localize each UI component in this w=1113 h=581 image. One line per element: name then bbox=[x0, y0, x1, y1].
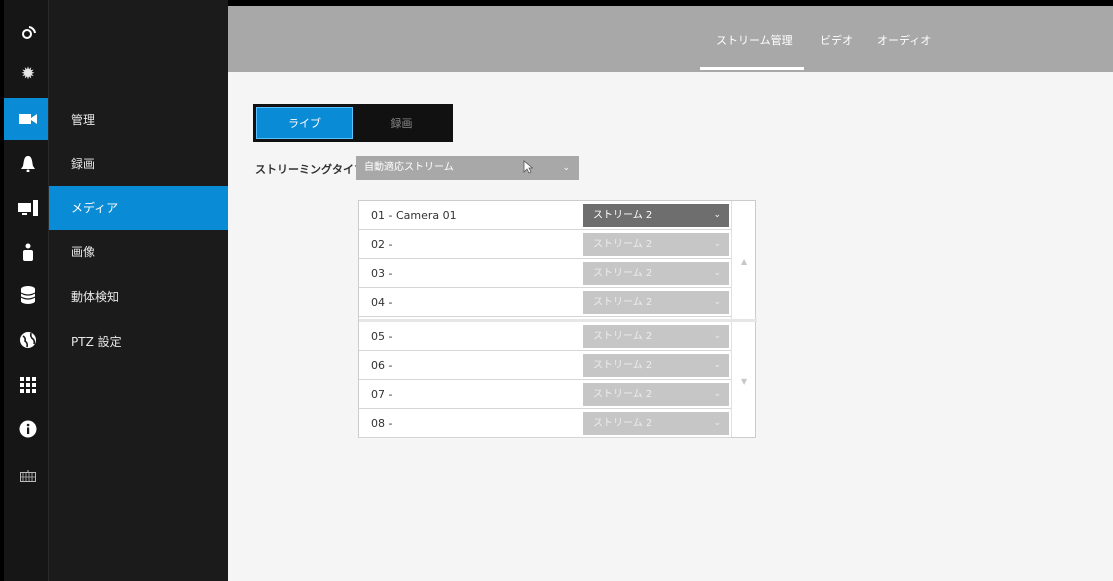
channel-label: 05 - bbox=[371, 330, 393, 343]
streaming-type-select[interactable]: 自動適応ストリーム ⌄ bbox=[356, 156, 579, 180]
submenu-item-image[interactable]: 画像 bbox=[49, 230, 229, 274]
scroll-down-icon[interactable]: ▼ bbox=[741, 377, 747, 386]
tab-stream-management[interactable]: ストリーム管理 bbox=[716, 32, 793, 48]
mouse-cursor-icon bbox=[523, 159, 534, 178]
chevron-down-icon: ⌄ bbox=[713, 239, 721, 249]
active-tab-indicator bbox=[700, 67, 804, 70]
submenu-item-media[interactable]: メディア bbox=[49, 186, 229, 230]
main-content: ライブ 録画 ストリーミングタイプ 自動適応ストリーム ⌄ 01 - Camer… bbox=[228, 72, 1113, 581]
stream-select-value: ストリーム 2 bbox=[593, 360, 653, 371]
table-row: 02 - ストリーム 2 ⌄ bbox=[359, 230, 731, 259]
channel-label: 07 - bbox=[371, 388, 393, 401]
live-record-toggle: ライブ 録画 bbox=[253, 104, 453, 142]
scroll-up-icon[interactable]: ▲ bbox=[741, 257, 747, 266]
media-submenu: 管理 録画 メディア 画像 動体検知 PTZ 設定 bbox=[48, 0, 229, 581]
app-window: ✹ 管理 録画 メディア 画像 動体検知 PTZ 設定 ストリーム管理 ビデオ … bbox=[0, 0, 1113, 581]
stream-select-value: ストリーム 2 bbox=[593, 297, 653, 308]
tab-video[interactable]: ビデオ bbox=[820, 32, 853, 48]
stream-select[interactable]: ストリーム 2 ⌄ bbox=[583, 325, 729, 348]
stream-select-value: ストリーム 2 bbox=[593, 418, 653, 429]
tab-audio[interactable]: オーディオ bbox=[877, 32, 931, 48]
chevron-down-icon: ⌄ bbox=[713, 210, 721, 220]
submenu-item-ptz-settings[interactable]: PTZ 設定 bbox=[49, 320, 229, 364]
stream-select[interactable]: ストリーム 2 ⌄ bbox=[583, 412, 729, 435]
channel-label: 03 - bbox=[371, 267, 393, 280]
gear-icon[interactable]: ✹ bbox=[4, 53, 52, 95]
info-icon[interactable] bbox=[4, 408, 52, 450]
monitor-icon[interactable] bbox=[4, 187, 52, 229]
database-icon[interactable] bbox=[4, 274, 52, 316]
table-row: 03 - ストリーム 2 ⌄ bbox=[359, 259, 731, 288]
chevron-down-icon: ⌄ bbox=[713, 297, 721, 307]
table-row: 06 - ストリーム 2 ⌄ bbox=[359, 351, 731, 380]
submenu-item-manage[interactable]: 管理 bbox=[49, 98, 229, 142]
table-row: 01 - Camera 01 ストリーム 2 ⌄ bbox=[359, 201, 731, 230]
submenu-item-motion-detection[interactable]: 動体検知 bbox=[49, 275, 229, 319]
chevron-down-icon: ⌄ bbox=[713, 268, 721, 278]
grid-icon[interactable] bbox=[4, 364, 52, 406]
stream-select-value: ストリーム 2 bbox=[593, 331, 653, 342]
video-camera-icon[interactable] bbox=[4, 98, 52, 140]
chevron-down-icon: ⌄ bbox=[713, 418, 721, 428]
record-button[interactable]: 録画 bbox=[353, 107, 450, 139]
stream-select-value: ストリーム 2 bbox=[593, 239, 653, 250]
stream-select-value: ストリーム 2 bbox=[593, 389, 653, 400]
chevron-down-icon: ⌄ bbox=[713, 389, 721, 399]
channel-label: 02 - bbox=[371, 238, 393, 251]
channel-label: 01 - Camera 01 bbox=[371, 209, 457, 222]
bell-icon[interactable] bbox=[4, 143, 52, 185]
chevron-down-icon: ⌄ bbox=[713, 331, 721, 341]
channel-label: 08 - bbox=[371, 417, 393, 430]
channel-stream-table: 01 - Camera 01 ストリーム 2 ⌄ 02 - ストリーム 2 ⌄ 03… bbox=[358, 200, 757, 438]
stream-select[interactable]: ストリーム 2 ⌄ bbox=[583, 383, 729, 406]
person-icon[interactable] bbox=[4, 231, 52, 273]
table-row: 08 - ストリーム 2 ⌄ bbox=[359, 409, 731, 438]
stream-select-value: ストリーム 2 bbox=[593, 210, 653, 221]
live-button[interactable]: ライブ bbox=[256, 107, 353, 139]
chevron-down-icon: ⌄ bbox=[562, 163, 570, 173]
stream-select[interactable]: ストリーム 2 ⌄ bbox=[583, 291, 729, 314]
stream-select-value: ストリーム 2 bbox=[593, 268, 653, 279]
submenu-item-recording[interactable]: 録画 bbox=[49, 142, 229, 186]
globe-icon[interactable] bbox=[4, 319, 52, 361]
stream-select[interactable]: ストリーム 2 ⌄ bbox=[583, 233, 729, 256]
icon-rail: ✹ bbox=[0, 0, 52, 581]
table-row: 07 - ストリーム 2 ⌄ bbox=[359, 380, 731, 409]
stream-select[interactable]: ストリーム 2 ⌄ bbox=[583, 262, 729, 285]
stream-select[interactable]: ストリーム 2 ⌄ bbox=[583, 204, 729, 227]
table-row: 05 - ストリーム 2 ⌄ bbox=[359, 322, 731, 351]
logo-icon[interactable] bbox=[4, 12, 52, 54]
channel-label: 06 - bbox=[371, 359, 393, 372]
streaming-type-label: ストリーミングタイプ bbox=[255, 163, 365, 176]
keyboard-icon[interactable] bbox=[4, 455, 52, 497]
table-row: 04 - ストリーム 2 ⌄ bbox=[359, 288, 731, 317]
streaming-type-value: 自動適応ストリーム bbox=[364, 162, 454, 173]
stream-select[interactable]: ストリーム 2 ⌄ bbox=[583, 354, 729, 377]
channel-label: 04 - bbox=[371, 296, 393, 309]
top-header: ストリーム管理 ビデオ オーディオ bbox=[228, 0, 1113, 72]
chevron-down-icon: ⌄ bbox=[713, 360, 721, 370]
